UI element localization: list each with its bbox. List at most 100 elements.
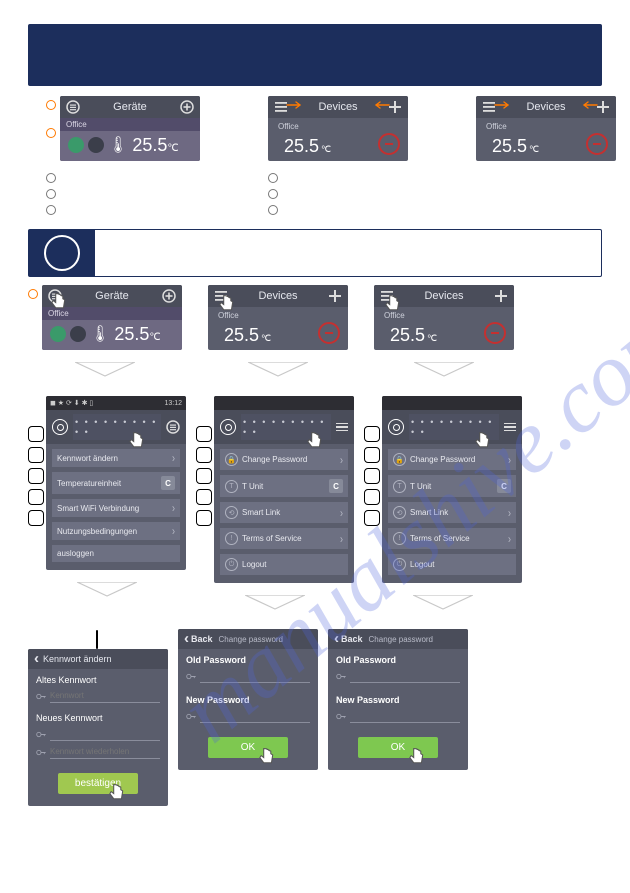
- device-tile-german: Geräte Office 🌡 25.5℃: [42, 285, 182, 350]
- tile-title: Devices: [496, 101, 596, 113]
- down-arrow-icon: [413, 595, 473, 611]
- checkbox: [28, 510, 44, 526]
- unit-toggle[interactable]: C: [161, 476, 175, 490]
- device-tile-english: Devices Office 25.5℃: [268, 96, 408, 161]
- checkbox: [364, 426, 380, 442]
- info-icon: !: [225, 532, 238, 545]
- ok-button[interactable]: OK: [208, 737, 288, 758]
- confirm-button[interactable]: bestätigen: [58, 773, 138, 794]
- change-password-panel-english: ‹ Back Change password Old Password New …: [328, 629, 468, 770]
- menu-item-change-password[interactable]: Kennwort ändern›: [52, 449, 180, 467]
- device-tile-english: Devices Office 25.5℃: [208, 285, 348, 350]
- power-off-icon[interactable]: [378, 133, 400, 155]
- callout-arrow: [494, 100, 510, 110]
- checkbox: [96, 630, 98, 649]
- masked-account: • • • • • • • • • • •: [409, 414, 499, 440]
- menu-item-terms[interactable]: !Terms of Service›: [388, 528, 516, 549]
- avatar-icon[interactable]: [388, 419, 404, 435]
- panel-title: Change password: [219, 635, 283, 644]
- add-icon[interactable]: [328, 289, 342, 303]
- key-icon: [186, 670, 196, 683]
- checkbox-column: [28, 426, 44, 526]
- chevron-right-icon: ›: [508, 453, 511, 466]
- temperature-value: 25.5℃: [216, 326, 271, 344]
- ok-button[interactable]: OK: [358, 737, 438, 758]
- menu-icon[interactable]: [48, 289, 62, 303]
- back-chevron-icon[interactable]: ‹: [34, 656, 39, 662]
- bullet-marker: [46, 205, 56, 215]
- key-icon: [36, 690, 46, 703]
- room-label: Office: [216, 311, 340, 320]
- old-password-input[interactable]: [50, 689, 160, 703]
- chevron-right-icon: ›: [340, 532, 343, 545]
- repeat-password-input[interactable]: [50, 745, 160, 759]
- settings-menu-english: • • • • • • • • • • • 🔒Change Password› …: [382, 396, 522, 583]
- back-chevron-icon[interactable]: ‹: [334, 636, 339, 642]
- back-label[interactable]: Back: [341, 634, 363, 644]
- menu-item-logout[interactable]: ⏻Logout: [220, 554, 348, 575]
- old-password-label: Altes Kennwort: [36, 675, 160, 685]
- menu-item-change-password[interactable]: 🔒Change Password›: [388, 449, 516, 470]
- power-off-icon[interactable]: [484, 322, 506, 344]
- link-icon: ⟲: [393, 506, 406, 519]
- menu-icon[interactable]: [66, 100, 80, 114]
- back-label[interactable]: Back: [191, 634, 213, 644]
- power-off-icon[interactable]: [318, 322, 340, 344]
- device-tile-german: Geräte Office 🌡 25.5℃: [60, 96, 200, 161]
- add-icon[interactable]: [180, 100, 194, 114]
- tile-title: Devices: [394, 290, 494, 302]
- temperature-value: 25.5℃: [114, 325, 160, 343]
- temperature-value: 25.5℃: [276, 137, 331, 155]
- change-password-panel-english: ‹ Back Change password Old Password New …: [178, 629, 318, 770]
- menu-icon[interactable]: [504, 423, 516, 432]
- menu-icon[interactable]: [214, 289, 228, 303]
- add-icon[interactable]: [162, 289, 176, 303]
- callout-marker: [46, 128, 56, 138]
- menu-item-smart-link[interactable]: ⟲Smart Link›: [220, 502, 348, 523]
- menu-item-temp-unit[interactable]: TT UnitC: [220, 475, 348, 497]
- room-label: Office: [60, 118, 200, 131]
- add-icon[interactable]: [494, 289, 508, 303]
- info-icon: !: [393, 532, 406, 545]
- menu-item-smart-link[interactable]: Smart WiFi Verbindung›: [52, 499, 180, 517]
- down-arrow-icon: [248, 362, 308, 378]
- menu-item-change-password[interactable]: 🔒Change Password›: [220, 449, 348, 470]
- down-arrow-icon: [77, 582, 137, 598]
- menu-icon[interactable]: [166, 420, 180, 434]
- checkbox: [28, 468, 44, 484]
- chevron-right-icon: ›: [508, 532, 511, 545]
- menu-item-temp-unit[interactable]: TT UnitC: [388, 475, 516, 497]
- callout-arrow: [286, 100, 302, 110]
- power-off-icon[interactable]: [586, 133, 608, 155]
- checkbox: [196, 426, 212, 442]
- add-icon[interactable]: [596, 100, 610, 114]
- new-password-input[interactable]: [50, 727, 160, 741]
- checkbox: [196, 510, 212, 526]
- menu-item-terms[interactable]: Nutzungsbedingungen›: [52, 522, 180, 540]
- menu-item-smart-link[interactable]: ⟲Smart Link›: [388, 502, 516, 523]
- menu-icon[interactable]: [380, 289, 394, 303]
- new-password-input[interactable]: [200, 709, 310, 723]
- unit-toggle[interactable]: C: [329, 479, 343, 493]
- unit-toggle[interactable]: C: [497, 479, 511, 493]
- old-password-label: Old Password: [186, 655, 310, 665]
- new-password-input[interactable]: [350, 709, 460, 723]
- callout-arrow: [582, 100, 598, 110]
- link-icon: ⟲: [225, 506, 238, 519]
- temperature-value: 25.5℃: [484, 137, 539, 155]
- menu-icon[interactable]: [336, 423, 348, 432]
- old-password-input[interactable]: [200, 669, 310, 683]
- menu-item-terms[interactable]: !Terms of Service›: [220, 528, 348, 549]
- menu-item-temp-unit[interactable]: TemperatureinheitC: [52, 472, 180, 494]
- key-icon: [336, 710, 346, 723]
- new-password-label: Neues Kennwort: [36, 713, 160, 723]
- menu-item-logout[interactable]: ausloggen: [52, 545, 180, 562]
- checkbox: [196, 447, 212, 463]
- key-icon: [36, 728, 46, 741]
- avatar-icon[interactable]: [220, 419, 236, 435]
- menu-item-logout[interactable]: ⏻Logout: [388, 554, 516, 575]
- add-icon[interactable]: [388, 100, 402, 114]
- avatar-icon[interactable]: [52, 419, 68, 435]
- old-password-input[interactable]: [350, 669, 460, 683]
- back-chevron-icon[interactable]: ‹: [184, 636, 189, 642]
